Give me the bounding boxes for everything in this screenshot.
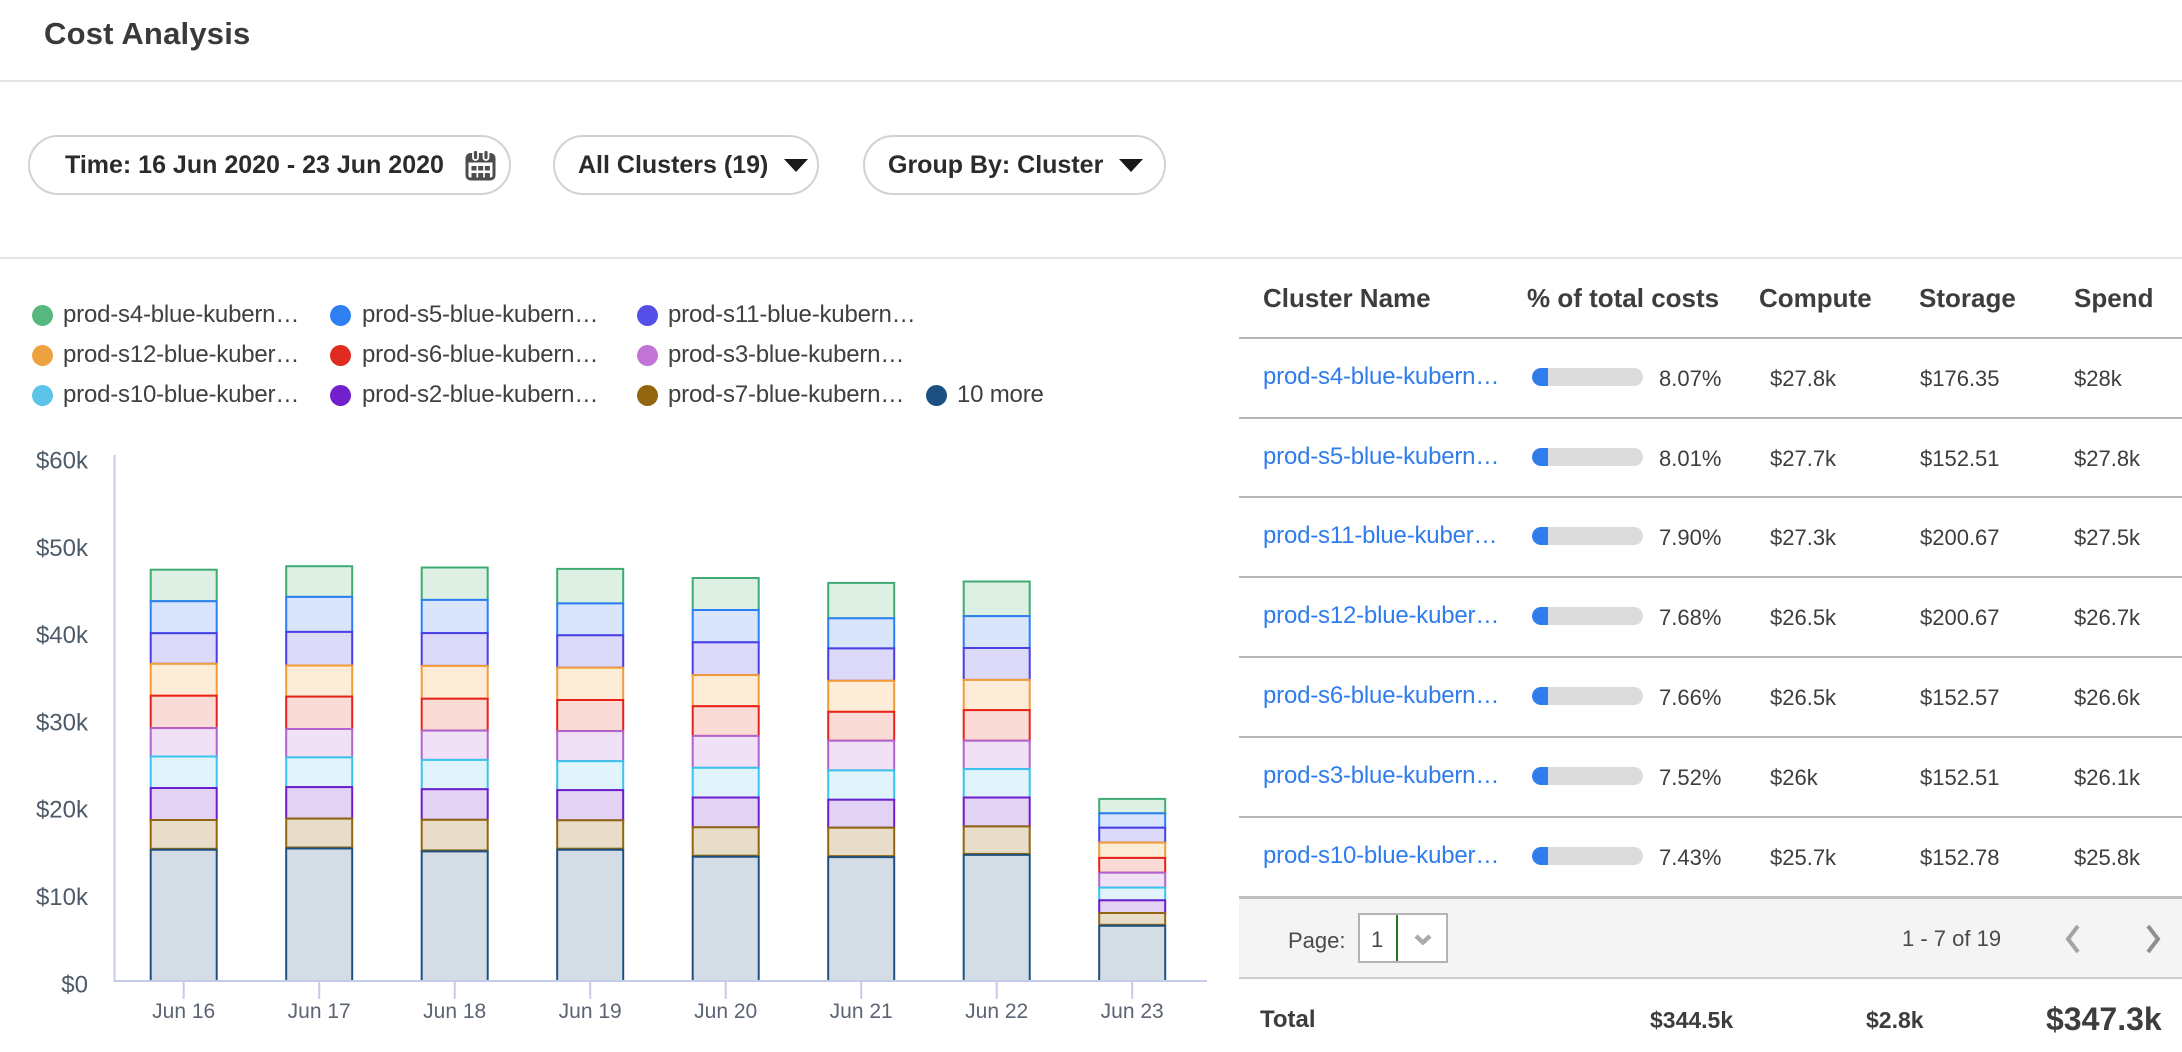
svg-text:Jun 18: Jun 18 — [423, 1000, 486, 1023]
svg-text:Jun 17: Jun 17 — [288, 1000, 351, 1023]
svg-text:$50k: $50k — [36, 535, 89, 562]
svg-text:Jun 23: Jun 23 — [1101, 1000, 1164, 1023]
svg-text:Jun 21: Jun 21 — [830, 1000, 893, 1023]
svg-text:Jun 20: Jun 20 — [694, 1000, 757, 1023]
svg-text:$30k: $30k — [36, 709, 89, 736]
svg-text:$60k: $60k — [36, 448, 89, 475]
svg-text:Jun 22: Jun 22 — [965, 1000, 1028, 1023]
svg-text:Jun 19: Jun 19 — [559, 1000, 622, 1023]
svg-text:$10k: $10k — [36, 884, 89, 911]
svg-text:$0: $0 — [61, 971, 88, 998]
svg-text:Jun 16: Jun 16 — [152, 1000, 215, 1023]
svg-text:$40k: $40k — [36, 622, 89, 649]
svg-text:$20k: $20k — [36, 797, 89, 824]
